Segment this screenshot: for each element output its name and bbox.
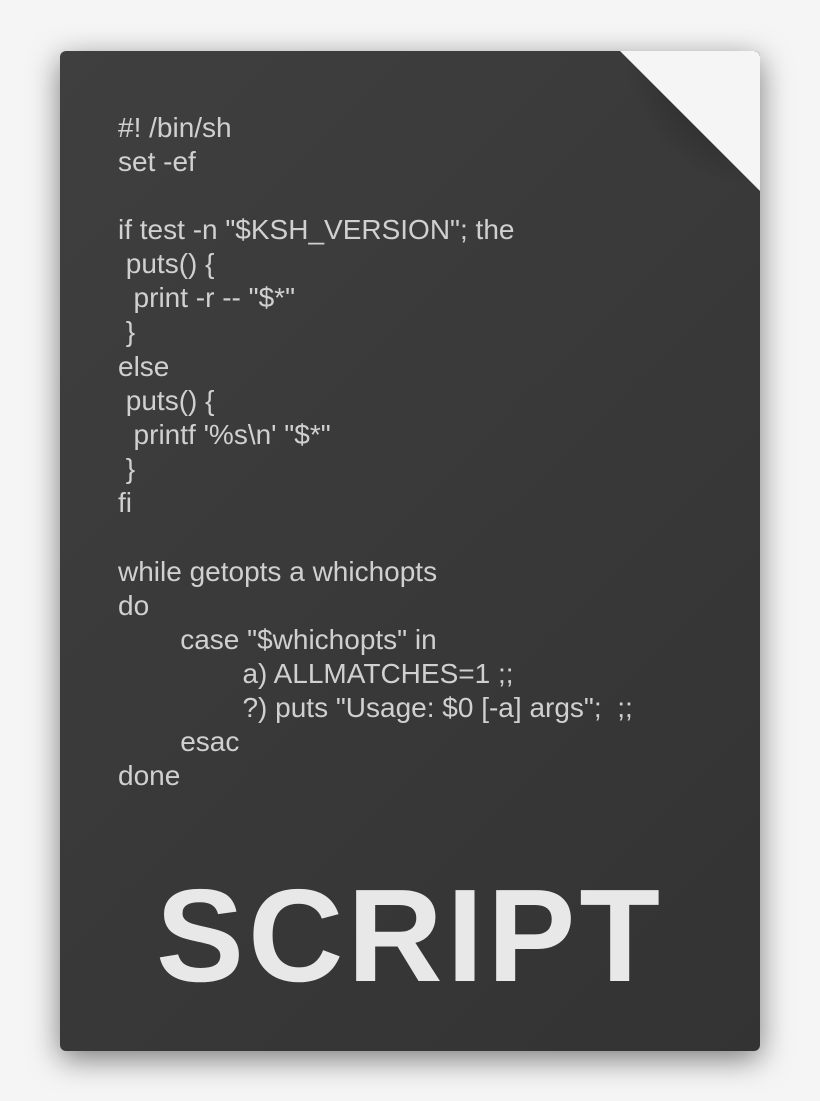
script-document-icon: #! /bin/sh set -ef if test -n "$KSH_VERS… xyxy=(60,51,760,1051)
document-type-label: SCRIPT xyxy=(60,860,760,1011)
page-curl-icon xyxy=(620,51,760,191)
